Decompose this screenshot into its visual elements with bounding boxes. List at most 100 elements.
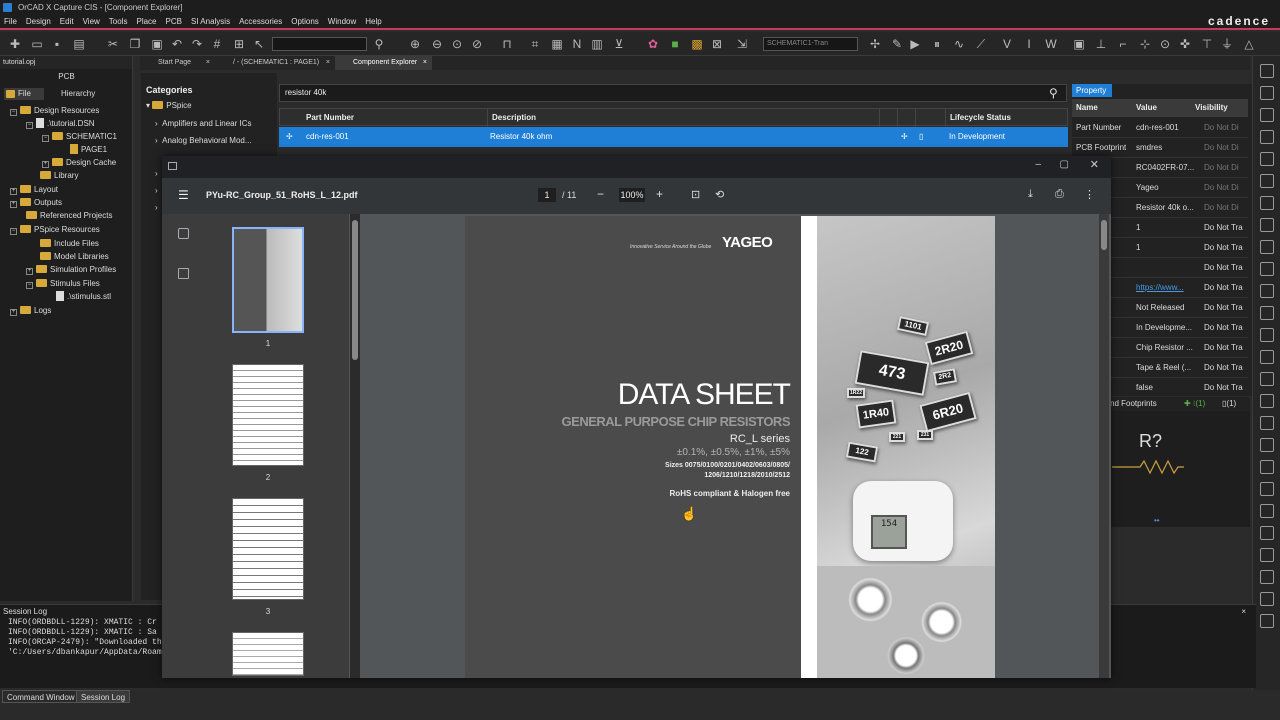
chevron-down-icon[interactable]: ▾: [146, 101, 150, 110]
new-sim-icon[interactable]: ✢: [868, 37, 882, 51]
tool-icon[interactable]: [1260, 592, 1274, 606]
column-lifecycle[interactable]: Lifecycle Status: [946, 109, 1068, 127]
voltage-marker-icon[interactable]: V: [1000, 37, 1014, 51]
expand-icon[interactable]: +: [10, 309, 17, 316]
menu-window[interactable]: Window: [328, 17, 356, 26]
category-chevron[interactable]: ›: [155, 169, 158, 178]
category-analog-behavioral[interactable]: › Analog Behavioral Mod...: [155, 136, 252, 145]
property-visibility[interactable]: Do Not Tra: [1204, 258, 1243, 278]
run-icon[interactable]: ▶: [908, 37, 922, 51]
tool-icon[interactable]: [1260, 174, 1274, 188]
menu-accessories[interactable]: Accessories: [239, 17, 282, 26]
zoom-area-icon[interactable]: ⊘: [470, 37, 484, 51]
menu-file[interactable]: File: [4, 17, 17, 26]
search-icon[interactable]: ⚲: [372, 37, 386, 51]
zoom-out-icon[interactable]: −: [597, 187, 604, 201]
paste-icon[interactable]: ▣: [150, 37, 164, 51]
tool-icon[interactable]: [1260, 152, 1274, 166]
collapse-icon[interactable]: −: [26, 282, 33, 289]
menu-place[interactable]: Place: [136, 17, 156, 26]
pdf-scrollbar[interactable]: [1099, 214, 1109, 678]
bus-icon[interactable]: ⊹: [1138, 37, 1152, 51]
property-visibility[interactable]: Do Not Tra: [1204, 338, 1243, 358]
expand-icon[interactable]: +: [10, 188, 17, 195]
tree-item[interactable]: − SCHEMATIC1: [42, 130, 117, 143]
zoom-input[interactable]: 100%: [619, 188, 645, 202]
menu-design[interactable]: Design: [26, 17, 51, 26]
menu-si-analysis[interactable]: SI Analysis: [191, 17, 230, 26]
tree-item[interactable]: + Layout: [10, 183, 58, 196]
category-chevron[interactable]: ›: [155, 203, 158, 212]
expand-icon[interactable]: +: [26, 268, 33, 275]
tab-session-log[interactable]: Session Log: [76, 690, 131, 703]
column-value[interactable]: Value: [1136, 99, 1157, 117]
bias-icon[interactable]: ▣: [1072, 37, 1086, 51]
tab-schematic-page[interactable]: / - (SCHEMATIC1 : PAGE1) ×: [215, 56, 335, 70]
print-icon[interactable]: ▤: [72, 37, 86, 51]
property-visibility[interactable]: Do Not Tra: [1204, 358, 1243, 378]
tree-item[interactable]: PAGE1: [70, 143, 107, 156]
property-visibility[interactable]: Do Not Tra: [1204, 218, 1243, 238]
tab-command-window[interactable]: Command Window: [2, 690, 80, 703]
close-icon[interactable]: ×: [1241, 607, 1246, 616]
property-row[interactable]: PCB Footprint smdres Do Not Di: [1072, 138, 1248, 158]
property-value[interactable]: Tape & Reel (...: [1136, 358, 1194, 378]
collapse-icon[interactable]: −: [42, 135, 49, 142]
menu-pcb[interactable]: PCB: [166, 17, 182, 26]
menu-view[interactable]: View: [83, 17, 100, 26]
column-visibility[interactable]: Visibility: [1195, 99, 1228, 117]
collapse-icon[interactable]: −: [10, 228, 17, 235]
net-alias-icon[interactable]: ✜: [1178, 37, 1192, 51]
tree-item[interactable]: Model Libraries: [40, 250, 109, 263]
tool-icon[interactable]: [1260, 284, 1274, 298]
property-visibility[interactable]: Do Not Tra: [1204, 278, 1243, 298]
tool-icon[interactable]: [1260, 64, 1274, 78]
tool-icon[interactable]: [1260, 86, 1274, 100]
tool-icon[interactable]: [1260, 526, 1274, 540]
page-number-input[interactable]: 1: [538, 188, 556, 202]
scrollbar-thumb[interactable]: [352, 220, 358, 360]
tool-icon[interactable]: [1260, 108, 1274, 122]
tab-component-explorer[interactable]: Component Explorer ×: [335, 56, 432, 70]
property-value[interactable]: 1: [1136, 218, 1194, 238]
chevron-right-icon[interactable]: ›: [155, 119, 158, 128]
schematic-select[interactable]: SCHEMATIC1-Tran: [763, 37, 858, 51]
cut-icon[interactable]: ✂: [106, 37, 120, 51]
tool-icon[interactable]: [1260, 372, 1274, 386]
tree-item[interactable]: − Design Resources: [10, 104, 99, 117]
redo-icon[interactable]: ↷: [190, 37, 204, 51]
close-icon[interactable]: ×: [326, 56, 330, 70]
tool-icon[interactable]: [1260, 218, 1274, 232]
thumb-scrollbar[interactable]: [350, 214, 360, 678]
expand-icon[interactable]: +: [10, 201, 17, 208]
category-chevron[interactable]: ›: [155, 186, 158, 195]
download-icon[interactable]: ⤓: [1028, 188, 1033, 201]
properties-icon[interactable]: ▩: [690, 37, 704, 51]
tree-item[interactable]: Library: [40, 169, 78, 182]
property-tab[interactable]: Property: [1072, 84, 1112, 97]
tree-item[interactable]: − Stimulus Files: [26, 277, 100, 290]
tree-item[interactable]: + Logs: [10, 304, 51, 317]
probe-icon[interactable]: ⊥: [1094, 37, 1108, 51]
tree-item[interactable]: + Design Cache: [42, 156, 116, 169]
collapse-icon[interactable]: −: [10, 109, 17, 116]
power-marker-icon[interactable]: W: [1044, 37, 1058, 51]
tool-icon[interactable]: [1260, 504, 1274, 518]
cart-icon[interactable]: ⊻: [612, 37, 626, 51]
undo-icon[interactable]: ↶: [170, 37, 184, 51]
property-value[interactable]: smdres: [1136, 138, 1194, 158]
property-value[interactable]: https://www...: [1136, 278, 1194, 298]
zoom-in-icon[interactable]: +: [656, 187, 663, 201]
scrollbar-thumb[interactable]: [1101, 220, 1107, 250]
print-icon[interactable]: ⎙: [1055, 188, 1064, 201]
explorer-icon[interactable]: ✿: [646, 37, 660, 51]
snap-icon[interactable]: ⊞: [232, 37, 246, 51]
tool-icon[interactable]: [1260, 548, 1274, 562]
menu-edit[interactable]: Edit: [60, 17, 74, 26]
netlist-icon[interactable]: ▦: [550, 37, 564, 51]
column-part-number[interactable]: Part Number: [302, 109, 488, 127]
table-row[interactable]: ✢ cdn-res-001 Resistor 40k ohm ✢ ▯ In De…: [279, 127, 1068, 147]
close-icon[interactable]: ×: [423, 56, 427, 70]
menu-icon[interactable]: ☰: [178, 188, 189, 202]
place-part-icon[interactable]: △: [1242, 37, 1256, 51]
